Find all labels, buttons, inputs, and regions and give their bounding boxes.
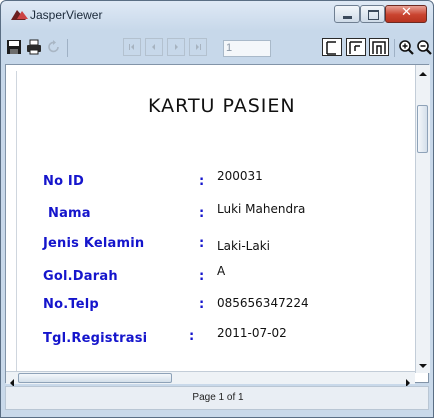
printer-icon bbox=[27, 39, 41, 55]
scroll-right-button[interactable] bbox=[402, 373, 412, 387]
fit-page-icon bbox=[349, 41, 362, 54]
first-page-icon bbox=[129, 44, 134, 50]
field-label-jenis-kelamin: Jenis Kelamin bbox=[43, 236, 145, 251]
page-number-input[interactable]: 1 bbox=[223, 40, 271, 57]
field-value-jenis-kelamin: Laki-Laki bbox=[217, 239, 270, 253]
actual-size-button[interactable] bbox=[322, 38, 342, 56]
jasper-logo-accent-icon bbox=[17, 11, 28, 19]
status-bar: Page 1 of 1 bbox=[5, 386, 429, 410]
scroll-up-button[interactable] bbox=[416, 66, 430, 80]
scroll-down-icon bbox=[419, 364, 427, 368]
minimize-button[interactable] bbox=[334, 5, 360, 23]
close-icon: ✕ bbox=[401, 5, 412, 20]
zoom-in-icon bbox=[399, 40, 414, 55]
save-icon bbox=[7, 40, 21, 54]
toolbar-separator-2 bbox=[394, 39, 395, 57]
field-label-tgl-registrasi: Tgl.Registrasi bbox=[43, 331, 148, 346]
field-label-no-telp: No.Telp bbox=[43, 297, 99, 312]
fit-width-button[interactable] bbox=[369, 38, 389, 56]
close-button[interactable]: ✕ bbox=[385, 5, 427, 23]
zoom-out-button[interactable] bbox=[415, 38, 433, 56]
actual-size-icon bbox=[326, 41, 336, 55]
zoom-out-icon bbox=[417, 40, 432, 55]
field-value-nama: Luki Mahendra bbox=[217, 202, 306, 216]
field-colon: : bbox=[199, 269, 205, 284]
minimize-icon bbox=[343, 16, 352, 19]
scroll-left-button[interactable] bbox=[8, 373, 18, 387]
previous-page-icon bbox=[152, 44, 155, 50]
field-colon: : bbox=[199, 236, 205, 251]
toolbar-separator bbox=[67, 39, 68, 57]
reload-icon bbox=[48, 40, 59, 53]
next-page-button[interactable] bbox=[167, 38, 185, 56]
field-colon: : bbox=[199, 297, 205, 312]
viewer-toolbar: 1 bbox=[5, 37, 433, 61]
field-value-tgl-registrasi: 2011-07-02 bbox=[217, 326, 287, 340]
window-title: JasperViewer bbox=[30, 8, 103, 22]
next-page-icon bbox=[175, 44, 178, 50]
scroll-up-icon bbox=[419, 72, 427, 76]
previous-page-button[interactable] bbox=[145, 38, 163, 56]
horizontal-scroll-thumb[interactable] bbox=[18, 373, 172, 383]
vertical-scrollbar[interactable] bbox=[415, 65, 430, 373]
page-status: Page 1 of 1 bbox=[192, 392, 244, 403]
vertical-scroll-thumb[interactable] bbox=[417, 105, 428, 153]
report-viewport[interactable]: KARTU PASIEN No ID : 200031 Nama : Luki … bbox=[5, 64, 430, 387]
jasper-viewer-window: JasperViewer ✕ 1 KARTU PASIEN No ID: 20… bbox=[0, 0, 434, 418]
field-value-no-telp: 085656347224 bbox=[217, 296, 309, 310]
field-value-no-id: 200031 bbox=[217, 169, 263, 183]
first-page-button[interactable] bbox=[123, 38, 141, 56]
field-colon: : bbox=[189, 329, 195, 344]
report-page: KARTU PASIEN No ID : 200031 Nama : Luki … bbox=[16, 71, 415, 373]
print-button[interactable] bbox=[25, 38, 43, 56]
reload-button[interactable] bbox=[45, 38, 63, 56]
last-page-icon bbox=[196, 44, 201, 50]
field-label-nama: Nama bbox=[48, 206, 91, 221]
maximize-icon bbox=[368, 10, 379, 20]
field-value-gol-darah: A bbox=[217, 264, 226, 278]
field-colon: : bbox=[199, 206, 205, 221]
last-page-button[interactable] bbox=[189, 38, 207, 56]
zoom-in-button[interactable] bbox=[397, 38, 415, 56]
title-bar[interactable]: JasperViewer ✕ bbox=[1, 1, 433, 31]
scroll-down-button[interactable] bbox=[416, 358, 430, 372]
field-label-gol-darah: Gol.Darah bbox=[43, 269, 118, 284]
field-label-no-id: No ID bbox=[43, 174, 84, 189]
report-title: KARTU PASIEN bbox=[148, 95, 296, 117]
save-button[interactable] bbox=[5, 38, 23, 56]
fit-width-icon bbox=[372, 41, 386, 54]
field-colon: : bbox=[199, 174, 205, 189]
maximize-button[interactable] bbox=[360, 5, 385, 23]
horizontal-scrollbar[interactable] bbox=[6, 371, 415, 387]
fit-page-button[interactable] bbox=[346, 38, 366, 56]
